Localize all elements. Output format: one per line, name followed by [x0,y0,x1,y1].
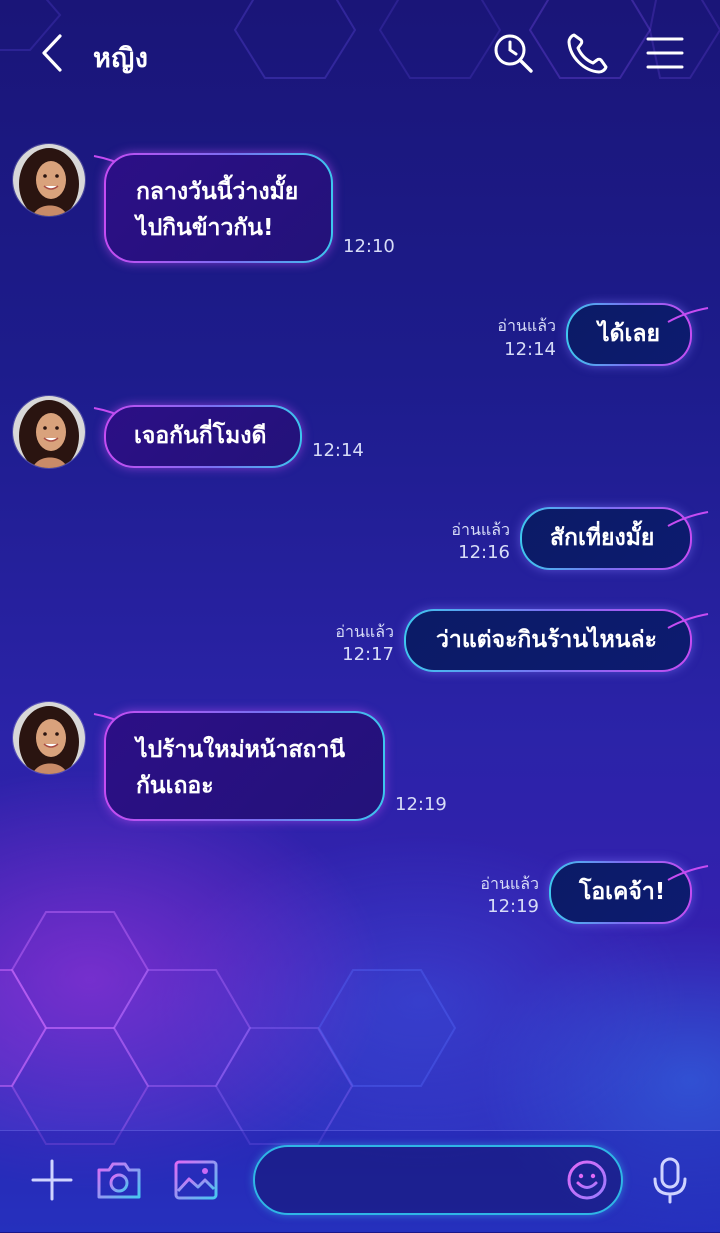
camera-icon[interactable] [94,1155,144,1205]
microphone-icon[interactable] [645,1155,695,1205]
image-icon[interactable] [171,1155,221,1205]
message-bubble-incoming[interactable]: เจอกันกี่โมงดี [104,405,302,468]
read-receipt: อ่านแล้ว [335,622,394,641]
read-receipt: อ่านแล้ว [480,874,539,893]
bubble-tail [667,511,709,527]
menu-icon[interactable] [642,30,688,76]
message-text: ไปกินข้าวกัน! [136,215,274,241]
message-bubble-incoming[interactable]: กลางวันนี้ว่างมั้ย ไปกินข้าวกัน! [104,153,333,263]
message-time: 12:17 [342,644,394,665]
search-history-icon[interactable] [490,30,536,76]
read-receipt: อ่านแล้ว [497,316,556,335]
message-time: 12:19 [395,794,447,815]
plus-icon[interactable] [27,1155,77,1205]
message-time: 12:19 [487,896,539,917]
message-time: 12:10 [343,236,395,257]
contact-avatar[interactable] [12,143,86,217]
phone-icon[interactable] [565,30,611,76]
message-text: กันเถอะ [136,773,214,799]
back-chevron-icon[interactable] [30,30,76,76]
message-bubble-outgoing[interactable]: ว่าแต่จะกินร้านไหนล่ะ [404,609,692,672]
message-text: กลางวันนี้ว่างมั้ย [136,179,299,205]
contact-avatar[interactable] [12,701,86,775]
message-text: ว่าแต่จะกินร้านไหนล่ะ [436,627,657,653]
contact-avatar[interactable] [12,395,86,469]
message-time: 12:14 [312,440,364,461]
chat-header: หญิง [0,0,720,108]
bubble-tail [667,613,709,629]
message-text: ไปร้านใหม่หน้าสถานี [136,737,346,763]
read-receipt: อ่านแล้ว [451,520,510,539]
message-time: 12:14 [504,339,556,360]
message-time: 12:16 [458,542,510,563]
message-bubble-incoming[interactable]: ไปร้านใหม่หน้าสถานี กันเถอะ [104,711,385,821]
message-text: เจอกันกี่โมงดี [134,423,267,449]
emoji-icon[interactable] [565,1158,609,1202]
chat-title: หญิง [93,43,149,74]
message-input-bar [0,1130,720,1233]
bubble-tail [667,307,709,323]
bubble-tail [667,865,709,881]
